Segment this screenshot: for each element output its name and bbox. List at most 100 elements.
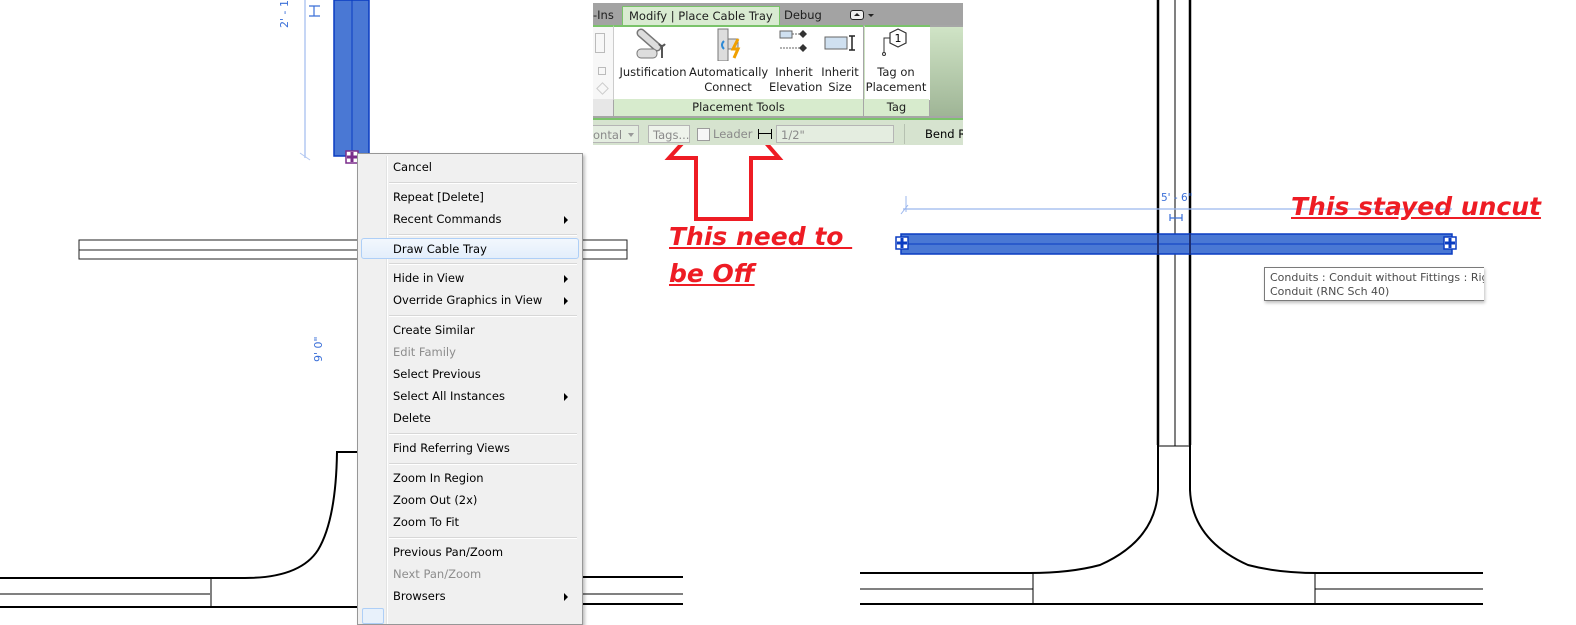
submenu-arrow-icon [564, 216, 568, 224]
tag-on-placement-button[interactable]: 1 Tag on Placement [865, 27, 927, 95]
dimension-line-vertical[interactable] [299, 0, 320, 161]
conduit-end-grip-left[interactable] [895, 236, 909, 250]
menu-item-label: Next Pan/Zoom [393, 567, 482, 581]
menu-item-label: Zoom To Fit [393, 515, 460, 529]
menu-item-label: Create Similar [393, 323, 475, 337]
panel-label-placement-tools: Placement Tools [614, 99, 863, 116]
chevron-down-icon [628, 133, 634, 137]
svg-text:1: 1 [895, 32, 902, 45]
menu-item-label: Hide in View [393, 271, 465, 285]
length-icon [758, 129, 772, 139]
menu-item-cancel[interactable]: Cancel [360, 157, 578, 178]
tooltip-line-1: Conduits : Conduit without Fittings : Ri… [1270, 271, 1484, 284]
menu-separator [389, 182, 577, 184]
menu-item-browsers[interactable]: Browsers [360, 586, 578, 607]
orientation-value: ontal [593, 128, 623, 142]
menu-item-label: Draw Cable Tray [393, 242, 487, 256]
panel-footer-partial [593, 99, 613, 116]
menu-item-select-previous[interactable]: Select Previous [360, 364, 578, 385]
menu-item-label: Override Graphics in View [393, 293, 543, 307]
tab-modify-place-cable-tray[interactable]: Modify | Place Cable Tray [622, 6, 780, 26]
menu-item-repeat-delete[interactable]: Repeat [Delete] [360, 187, 578, 208]
menu-item-label: Edit Family [393, 345, 456, 359]
horizontal-tray-segment-right [583, 576, 683, 605]
menu-item-label: Zoom Out (2x) [393, 493, 478, 507]
automatically-connect-button[interactable]: Automatically Connect [689, 27, 769, 95]
menu-separator [389, 463, 577, 465]
menu-item-create-similar[interactable]: Create Similar [360, 320, 578, 341]
menu-item-recent-commands[interactable]: Recent Commands [360, 209, 578, 230]
menu-item-edit-family: Edit Family [360, 342, 578, 363]
tooltip-line-2: Conduit (RNC Sch 40) [1270, 285, 1390, 298]
tag-on-placement-label-2: Placement [865, 80, 927, 94]
orientation-dropdown[interactable]: ontal [593, 125, 639, 143]
menu-item-partial-checked[interactable] [362, 608, 384, 624]
options-separator [904, 124, 905, 144]
submenu-arrow-icon [564, 393, 568, 401]
justification-icon [636, 28, 666, 59]
menu-separator [389, 234, 577, 236]
conduit-end-grip-right[interactable] [1443, 236, 1457, 250]
submenu-arrow-icon [564, 275, 568, 283]
tray-tee-fitting-left[interactable] [0, 451, 360, 608]
inherit-size-label-1: Inherit [821, 65, 859, 79]
menu-item-label: Recent Commands [393, 212, 502, 226]
inherit-size-button[interactable]: Inherit Size [819, 27, 861, 95]
tag-on-placement-label-1: Tag on [877, 65, 915, 79]
selected-conduit-vertical[interactable] [333, 0, 370, 157]
menu-item-label: Select All Instances [393, 389, 505, 403]
tag-icon: 1 [882, 28, 907, 56]
menu-separator [389, 315, 577, 317]
inherit-elevation-label-2: Elevation [769, 80, 823, 94]
menu-item-label: Cancel [393, 160, 432, 174]
justification-button[interactable]: Justification [619, 27, 687, 80]
automatically-connect-label-2: Connect [704, 80, 752, 94]
leader-length-input[interactable]: 1/2" [776, 125, 894, 143]
menu-separator [389, 433, 577, 435]
panel-empty-green [930, 27, 963, 116]
menu-item-find-referring-views[interactable]: Find Referring Views [360, 438, 578, 459]
tab-debug[interactable]: Debug [778, 6, 828, 25]
menu-item-label: Repeat [Delete] [393, 190, 484, 204]
selected-conduit-horizontal[interactable] [900, 233, 1453, 255]
menu-separator [389, 263, 577, 265]
inherit-size-icon [824, 35, 855, 51]
context-menu: Cancel Repeat [Delete] Recent Commands D… [357, 153, 583, 625]
inherit-elevation-icon [779, 30, 807, 52]
dimension-text-right: 5' - 6" [1161, 192, 1193, 204]
menu-item-label: Zoom In Region [393, 471, 484, 485]
automatically-connect-label-1: Automatically [689, 65, 769, 79]
inherit-elevation-button[interactable]: Inherit Elevation [769, 27, 823, 95]
element-tooltip: Conduits : Conduit without Fittings : Ri… [1264, 267, 1484, 301]
tags-button[interactable]: Tags... [648, 125, 690, 143]
menu-item-zoom-out[interactable]: Zoom Out (2x) [360, 490, 578, 511]
submenu-arrow-icon [564, 297, 568, 305]
menu-item-zoom-to-fit[interactable]: Zoom To Fit [360, 512, 578, 533]
menu-item-override-graphics[interactable]: Override Graphics in View [360, 290, 578, 311]
menu-item-previous-pan-zoom[interactable]: Previous Pan/Zoom [360, 542, 578, 563]
menu-item-label: Browsers [393, 589, 446, 603]
leader-checkbox[interactable] [697, 128, 710, 141]
menu-item-label: Delete [393, 411, 431, 425]
panel-toggle-icon[interactable] [850, 9, 876, 21]
menu-item-delete[interactable]: Delete [360, 408, 578, 429]
vertical-cable-tray-right[interactable] [1156, 0, 1192, 447]
annotation-stayed-uncut: This stayed uncut [1291, 192, 1541, 221]
menu-item-label: Select Previous [393, 367, 481, 381]
menu-item-select-all-instances[interactable]: Select All Instances [360, 386, 578, 407]
inherit-size-label-2: Size [828, 80, 852, 94]
tab-add-ins[interactable]: -Ins [593, 6, 620, 25]
menu-separator [389, 537, 577, 539]
panel-partial-left [593, 25, 614, 100]
menu-item-hide-in-view[interactable]: Hide in View [360, 268, 578, 289]
tray-tee-fitting-right[interactable] [860, 445, 1483, 605]
menu-item-label: Previous Pan/Zoom [393, 545, 504, 559]
justification-label: Justification [619, 65, 687, 79]
menu-item-zoom-in-region[interactable]: Zoom In Region [360, 468, 578, 489]
inherit-elevation-label-1: Inherit [775, 65, 813, 79]
annotation-need-off-line2: be Off [669, 259, 755, 288]
automatically-connect-icon [717, 28, 741, 61]
menu-item-draw-cable-tray[interactable]: Draw Cable Tray [361, 238, 579, 259]
bend-radius-label: Bend R [925, 127, 963, 141]
dimension-text-top: 2' - 1 [278, 0, 291, 28]
